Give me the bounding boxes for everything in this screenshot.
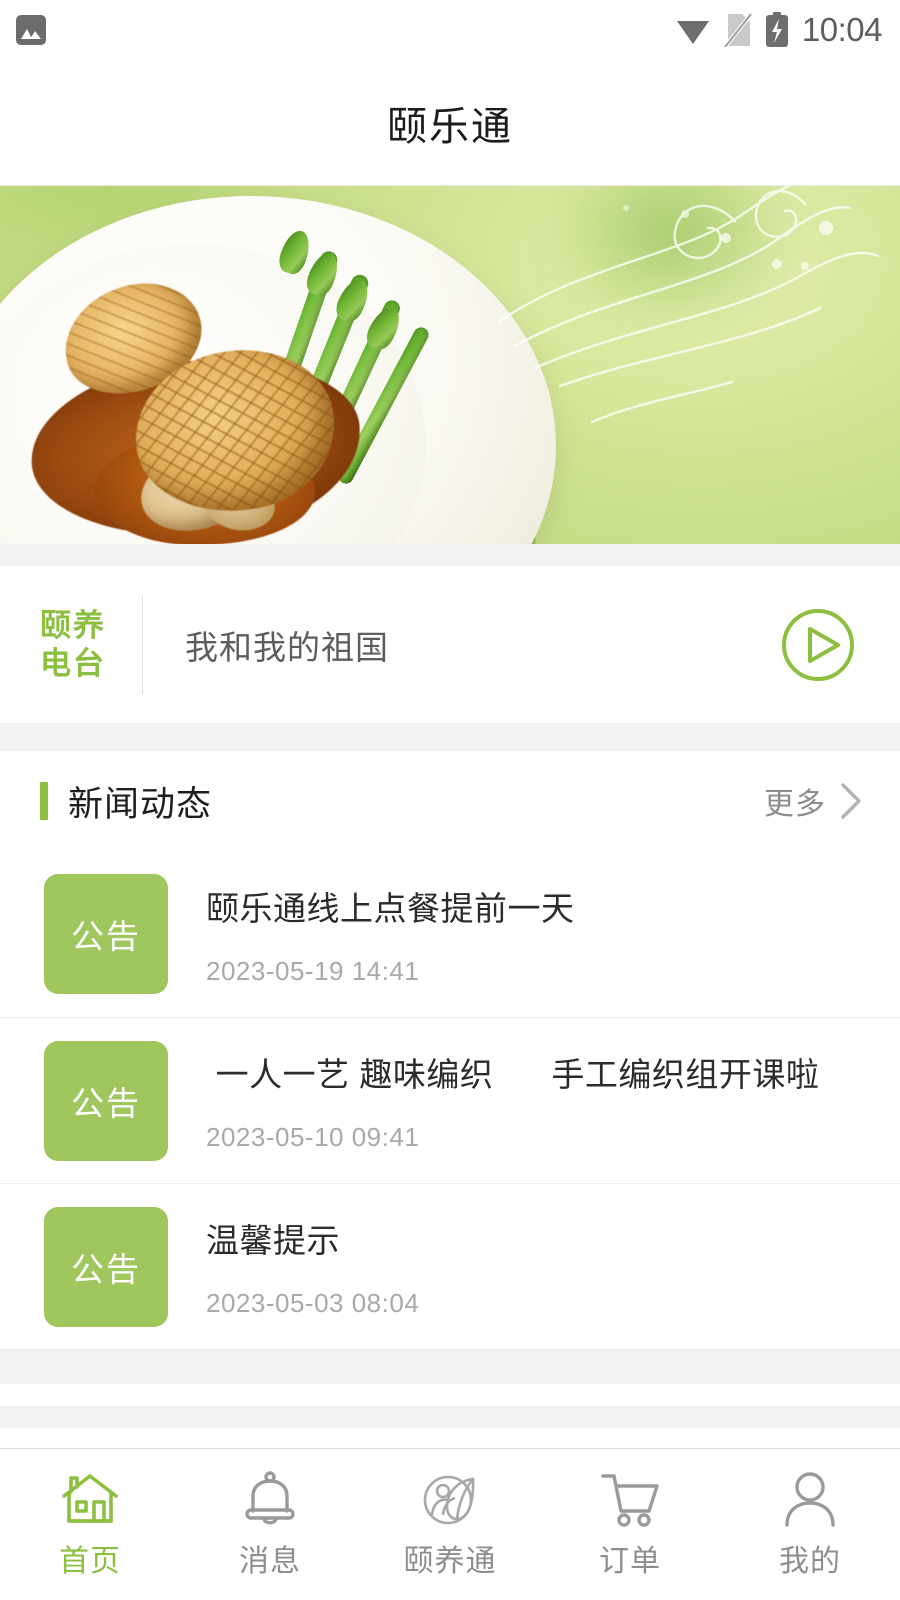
tab-profile-label: 我的	[779, 1544, 841, 1578]
news-item-date: 2023-05-03 08:04	[206, 1288, 420, 1318]
news-item-body: 一人一艺 趣味编织 手工编织组开课啦 2023-05-10 09:41	[206, 1048, 880, 1153]
status-bar-left	[16, 15, 46, 45]
tab-profile[interactable]: 我的	[720, 1470, 900, 1580]
news-item-title: 一人一艺 趣味编织 手工编织组开课啦	[206, 1056, 820, 1093]
status-bar-clock: 10:04	[801, 11, 883, 48]
news-section-header: 新闻动态 更多	[0, 751, 900, 851]
tab-yiyangtong[interactable]: 颐养通	[360, 1470, 540, 1580]
tab-orders[interactable]: 订单	[540, 1470, 720, 1580]
news-badge: 公告	[44, 1040, 168, 1161]
news-item-body: 颐乐通线上点餐提前一天 2023-05-19 14:41	[206, 882, 880, 987]
wifi-icon	[676, 21, 709, 44]
promo-banner[interactable]	[0, 186, 900, 544]
user-icon	[779, 1470, 841, 1528]
section-accent-bar	[40, 782, 48, 820]
news-item-body: 温馨提示 2023-05-03 08:04	[206, 1214, 880, 1319]
app-screen: 10:04 颐乐通 颐养 电台 我和我的祖国 新闻动态 更多 公告 颐乐通线上点…	[0, 0, 900, 1600]
spacer-after-radio	[0, 723, 900, 751]
chevron-right-icon[interactable]	[840, 782, 862, 820]
page-title: 颐乐通	[387, 104, 513, 149]
app-title-bar: 颐乐通	[0, 60, 900, 186]
news-list-item[interactable]: 公告 一人一艺 趣味编织 手工编织组开课啦 2023-05-10 09:41	[0, 1017, 900, 1183]
news-more-label[interactable]: 更多	[764, 779, 826, 823]
news-badge: 公告	[44, 874, 168, 994]
tab-messages-label: 消息	[239, 1544, 301, 1578]
status-bar: 10:04	[0, 0, 900, 60]
image-icon-glyph	[21, 29, 41, 39]
shopping-cart-icon	[599, 1470, 661, 1528]
news-badge: 公告	[44, 1206, 168, 1327]
sim-card-off-icon	[723, 13, 752, 47]
news-list-item[interactable]: 公告 颐乐通线上点餐提前一天 2023-05-19 14:41	[0, 851, 900, 1017]
news-section-title: 新闻动态	[68, 784, 213, 824]
image-icon	[16, 15, 46, 45]
news-list-item[interactable]: 公告 温馨提示 2023-05-03 08:04	[0, 1183, 900, 1349]
news-item-title: 颐乐通线上点餐提前一天	[206, 889, 575, 927]
spacer-white-1	[0, 1384, 900, 1406]
status-bar-right: 10:04	[675, 11, 883, 49]
radio-brand-line1: 颐养	[40, 607, 106, 643]
home-icon	[59, 1470, 121, 1528]
news-list: 公告 颐乐通线上点餐提前一天 2023-05-19 14:41 公告 一人一艺 …	[0, 851, 900, 1349]
radio-card[interactable]: 颐养 电台 我和我的祖国	[0, 566, 900, 723]
news-item-date: 2023-05-19 14:41	[206, 955, 420, 986]
spacer-after-banner	[0, 544, 900, 566]
bell-icon	[239, 1470, 301, 1528]
tab-home[interactable]: 首页	[0, 1470, 180, 1580]
radio-divider	[142, 595, 143, 694]
banner-swirl-decoration	[498, 186, 880, 424]
tab-yiyangtong-label: 颐养通	[403, 1544, 497, 1578]
news-item-title: 温馨提示	[206, 1222, 340, 1259]
banner-food	[22, 266, 370, 544]
tab-orders-label: 订单	[599, 1544, 661, 1578]
radio-brand-line2: 电台	[40, 645, 106, 681]
bottom-navigation: 首页 消息 颐养通 订单 我的	[0, 1448, 900, 1600]
battery-charging-icon	[765, 12, 788, 47]
spacer-block-2	[0, 1406, 900, 1428]
tab-home-label: 首页	[59, 1544, 121, 1578]
leaf-person-circle-icon	[419, 1470, 481, 1528]
radio-brand-label: 颐养 电台	[40, 607, 106, 683]
play-circle-icon[interactable]	[780, 607, 856, 683]
spacer-block-1	[0, 1350, 900, 1384]
radio-now-playing: 我和我的祖国	[185, 628, 389, 666]
tab-messages[interactable]: 消息	[180, 1470, 360, 1580]
news-item-date: 2023-05-10 09:41	[206, 1122, 420, 1152]
